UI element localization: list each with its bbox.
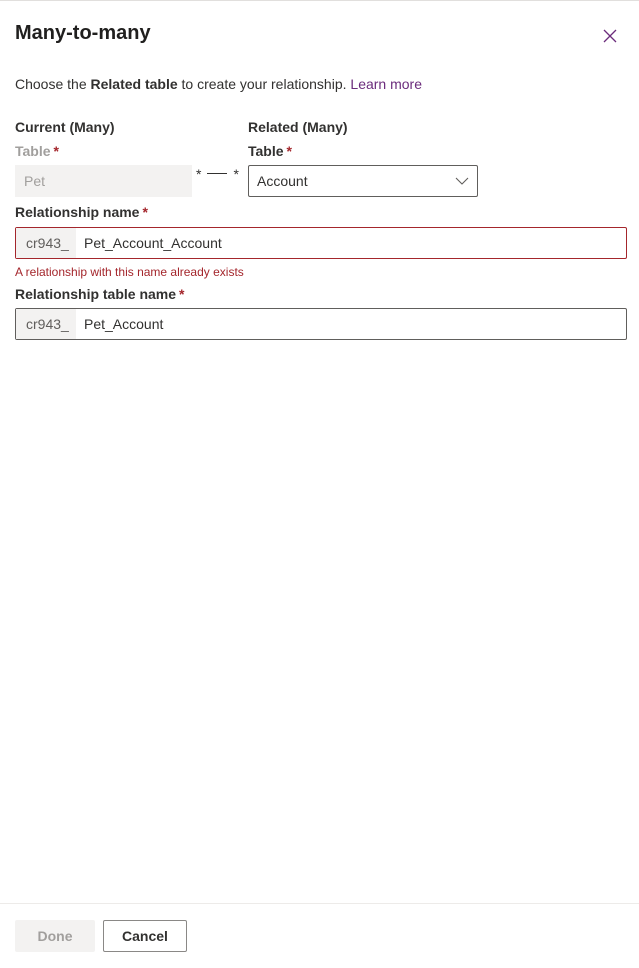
relationship-connector: * *: [196, 166, 239, 182]
intro-prefix: Choose the: [15, 76, 91, 92]
connector-line: [207, 173, 228, 175]
done-button[interactable]: Done: [15, 920, 95, 952]
related-heading: Related (Many): [248, 119, 348, 135]
relationship-name-label: Relationship name *: [15, 204, 148, 220]
learn-more-link[interactable]: Learn more: [350, 76, 422, 92]
related-table-label-text: Table: [248, 143, 284, 159]
required-mark: *: [142, 204, 148, 220]
current-table-label: Table *: [15, 143, 59, 159]
relationship-name-prefix: cr943_: [16, 228, 76, 258]
intro-bold: Related table: [90, 76, 178, 92]
related-table-dropdown[interactable]: Account: [248, 165, 478, 197]
close-icon: [603, 29, 617, 43]
relationship-name-error: A relationship with this name already ex…: [15, 265, 244, 279]
relationship-table-name-prefix: cr943_: [16, 309, 76, 339]
relationship-table-name-input[interactable]: [76, 309, 626, 339]
relationship-name-field: cr943_: [15, 227, 627, 259]
many-to-many-panel: Many-to-many Choose the Related table to…: [0, 0, 639, 968]
relationship-table-name-field: cr943_: [15, 308, 627, 340]
current-table-label-text: Table: [15, 143, 51, 159]
relationship-table-name-label: Relationship table name *: [15, 286, 185, 302]
connector-right-star: *: [233, 166, 239, 182]
footer-divider: [0, 903, 639, 904]
connector-left-star: *: [196, 166, 202, 182]
current-heading: Current (Many): [15, 119, 115, 135]
cancel-button[interactable]: Cancel: [103, 920, 187, 952]
required-mark: *: [53, 143, 59, 159]
intro-text: Choose the Related table to create your …: [15, 76, 422, 92]
relationship-table-name-label-text: Relationship table name: [15, 286, 177, 302]
required-mark: *: [179, 286, 185, 302]
relationship-name-label-text: Relationship name: [15, 204, 140, 220]
related-table-selected: Account: [257, 173, 308, 189]
relationship-name-input[interactable]: [76, 228, 626, 258]
intro-suffix: to create your relationship.: [177, 76, 351, 92]
close-button[interactable]: [600, 26, 620, 46]
current-table-field: Pet: [15, 165, 192, 197]
panel-title: Many-to-many: [15, 22, 151, 44]
related-table-label: Table *: [248, 143, 292, 159]
chevron-down-icon: [455, 177, 469, 185]
required-mark: *: [286, 143, 292, 159]
